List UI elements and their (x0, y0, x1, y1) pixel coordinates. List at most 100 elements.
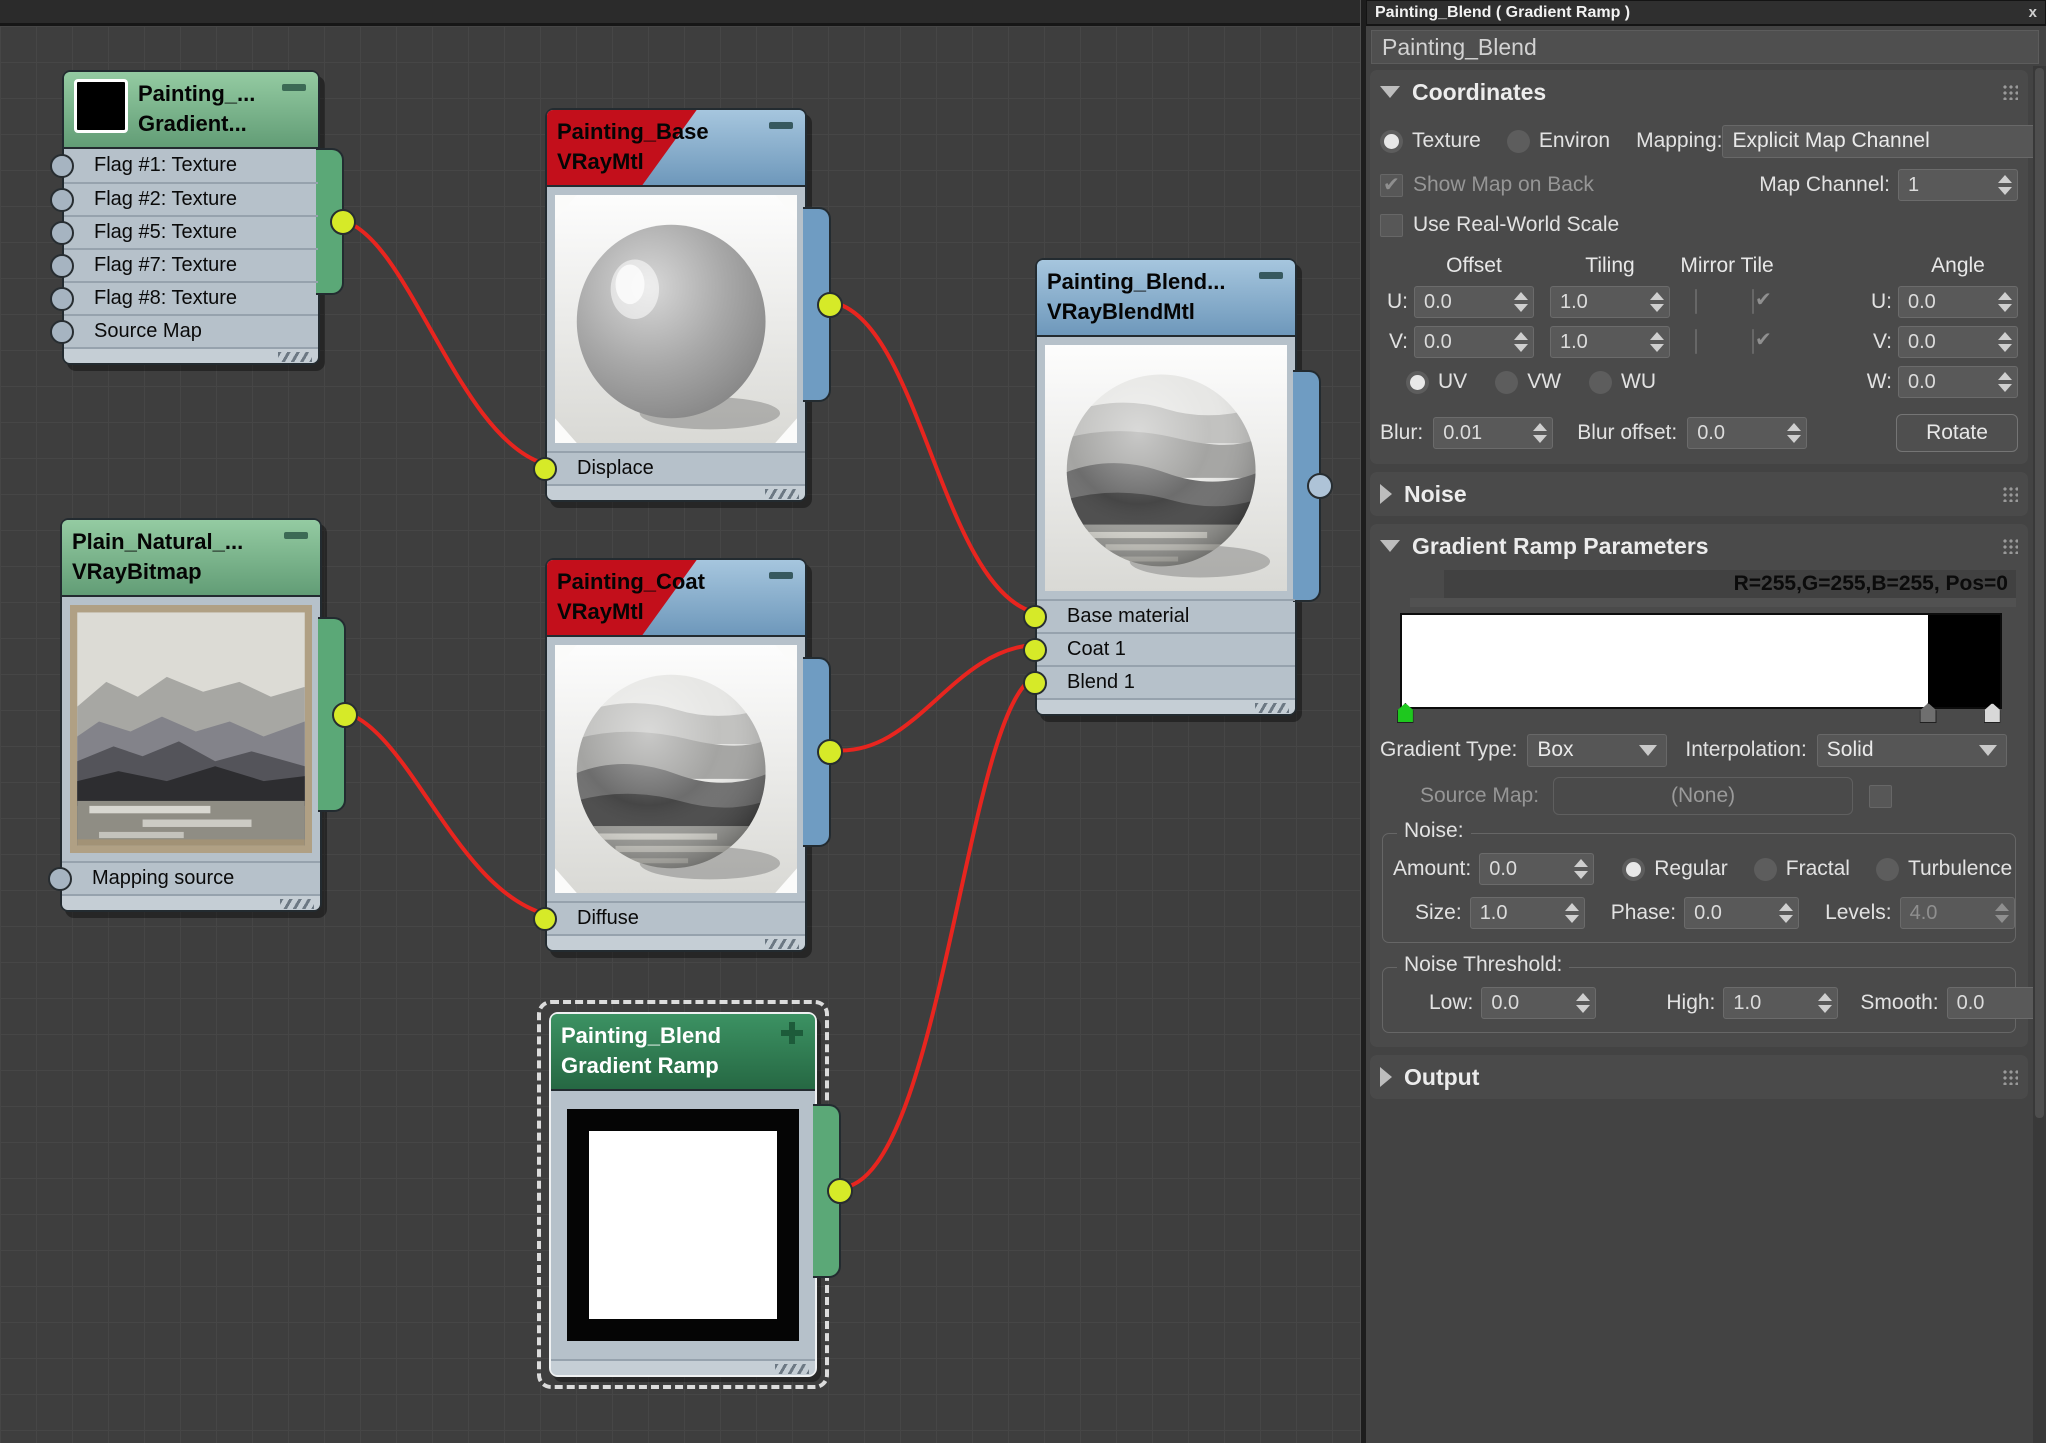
close-icon[interactable]: x (2029, 5, 2037, 20)
minimize-icon[interactable] (282, 84, 306, 91)
output-socket[interactable] (827, 1178, 853, 1204)
rollout-header[interactable]: Output (1380, 1061, 2018, 1093)
node-header[interactable]: Painting_Blend Gradient Ramp (551, 1014, 815, 1091)
input-socket[interactable] (533, 457, 557, 481)
node-painting-gradient-flags[interactable]: Painting_... Gradient... Flag #1: Textur… (62, 70, 320, 365)
high-spinner[interactable]: 1.0 (1723, 987, 1838, 1019)
mirror-u-checkbox[interactable] (1695, 289, 1697, 314)
minimize-icon[interactable] (769, 122, 793, 129)
collapse-arrow-icon[interactable] (1380, 484, 1392, 504)
node-graph-canvas[interactable]: Painting_... Gradient... Flag #1: Textur… (0, 26, 1360, 1443)
input-socket[interactable] (48, 867, 72, 891)
drag-handle-icon[interactable] (2002, 486, 2018, 502)
gradient-type-dropdown[interactable]: Box (1527, 734, 1667, 767)
input-socket[interactable] (50, 287, 74, 311)
spinner-arrows-icon[interactable] (1533, 423, 1547, 443)
input-socket[interactable] (50, 154, 74, 178)
output-socket[interactable] (332, 702, 358, 728)
spinner-arrows-icon[interactable] (1998, 372, 2012, 392)
node-header[interactable]: Painting_Blend... VRayBlendMtl (1037, 260, 1295, 337)
input-socket[interactable] (1023, 671, 1047, 695)
output-socket[interactable] (1307, 473, 1333, 499)
spinner-arrows-icon[interactable] (1565, 903, 1579, 923)
spinner-arrows-icon[interactable] (1998, 175, 2012, 195)
material-name-input[interactable] (1371, 30, 2039, 64)
environ-radio[interactable] (1507, 130, 1530, 153)
gradient-ramp-strip[interactable] (1400, 613, 2002, 709)
node-resize-handle[interactable] (547, 934, 805, 950)
rollout-header[interactable]: Noise (1380, 478, 2018, 510)
spinner-arrows-icon[interactable] (1779, 903, 1793, 923)
tiling-v-spinner[interactable]: 1.0 (1550, 326, 1670, 358)
collapse-arrow-icon[interactable] (1380, 540, 1400, 552)
smooth-spinner[interactable]: 0.0 (1947, 987, 2046, 1019)
node-resize-handle[interactable] (1037, 698, 1295, 714)
levels-spinner[interactable]: 4.0 (1900, 897, 2015, 929)
drag-handle-icon[interactable] (2002, 538, 2018, 554)
spinner-arrows-icon[interactable] (1650, 292, 1664, 312)
turbulence-radio[interactable] (1876, 858, 1899, 881)
size-spinner[interactable]: 1.0 (1470, 897, 1585, 929)
rotate-button[interactable]: Rotate (1896, 414, 2018, 452)
drag-handle-icon[interactable] (2002, 1069, 2018, 1085)
drag-handle-icon[interactable] (2002, 84, 2018, 100)
use-real-world-scale-checkbox[interactable] (1380, 214, 1403, 237)
gradient-flag-marker-selected[interactable] (1397, 703, 1414, 723)
uv-radio[interactable] (1406, 371, 1429, 394)
vw-radio[interactable] (1495, 371, 1518, 394)
node-plain-natural-bitmap[interactable]: Plain_Natural_... VRayBitmap Mapping sou… (60, 518, 322, 912)
gradient-flag-marker[interactable] (1984, 703, 2001, 723)
source-map-enable-checkbox[interactable] (1869, 785, 1892, 808)
phase-spinner[interactable]: 0.0 (1684, 897, 1799, 929)
offset-u-spinner[interactable]: 0.0 (1414, 286, 1534, 318)
input-socket[interactable] (50, 221, 74, 245)
collapse-arrow-icon[interactable] (1380, 1067, 1392, 1087)
angle-w-spinner[interactable]: 0.0 (1898, 366, 2018, 398)
show-map-on-back-checkbox[interactable] (1380, 174, 1403, 197)
scrollbar-thumb[interactable] (2035, 68, 2044, 1118)
interpolation-dropdown[interactable]: Solid (1817, 734, 2007, 767)
output-socket[interactable] (817, 292, 843, 318)
spinner-arrows-icon[interactable] (1514, 292, 1528, 312)
minimize-icon[interactable] (1259, 272, 1283, 279)
blur-spinner[interactable]: 0.01 (1433, 417, 1553, 449)
expand-icon[interactable] (781, 1022, 803, 1044)
node-resize-handle[interactable] (64, 347, 318, 363)
map-channel-spinner[interactable]: 1 (1898, 169, 2018, 201)
mirror-v-checkbox[interactable] (1695, 329, 1697, 354)
node-resize-handle[interactable] (62, 894, 320, 910)
spinner-arrows-icon[interactable] (1650, 332, 1664, 352)
collapse-arrow-icon[interactable] (1380, 86, 1400, 98)
spinner-arrows-icon[interactable] (1574, 859, 1588, 879)
gradient-flag-marker[interactable] (1920, 703, 1937, 723)
texture-radio[interactable] (1380, 130, 1403, 153)
tile-v-checkbox[interactable] (1752, 329, 1754, 354)
input-socket[interactable] (50, 254, 74, 278)
output-socket[interactable] (817, 739, 843, 765)
node-header[interactable]: Painting_Base VRayMtl (547, 110, 805, 187)
spinner-arrows-icon[interactable] (1998, 332, 2012, 352)
spinner-arrows-icon[interactable] (1514, 332, 1528, 352)
output-socket[interactable] (330, 209, 356, 235)
node-header[interactable]: Painting_... Gradient... (64, 72, 318, 149)
minimize-icon[interactable] (284, 532, 308, 539)
mapping-dropdown[interactable]: Explicit Map Channel (1722, 125, 2046, 158)
blur-offset-spinner[interactable]: 0.0 (1687, 417, 1807, 449)
input-socket[interactable] (1023, 638, 1047, 662)
amount-spinner[interactable]: 0.0 (1479, 853, 1594, 885)
tiling-u-spinner[interactable]: 1.0 (1550, 286, 1670, 318)
node-header[interactable]: Painting_Coat VRayMtl (547, 560, 805, 637)
node-painting-coat[interactable]: Painting_Coat VRayMtl (545, 558, 807, 952)
node-resize-handle[interactable] (551, 1359, 815, 1375)
input-socket[interactable] (533, 907, 557, 931)
node-painting-base[interactable]: Painting_Base VRayMtl (545, 108, 807, 502)
spinner-arrows-icon[interactable] (1818, 993, 1832, 1013)
input-socket[interactable] (50, 188, 74, 212)
node-header[interactable]: Plain_Natural_... VRayBitmap (62, 520, 320, 597)
panel-scrollbar[interactable] (2033, 66, 2046, 1443)
fractal-radio[interactable] (1754, 858, 1777, 881)
node-painting-blend-mtl[interactable]: Painting_Blend... VRayBlendMtl (1035, 258, 1297, 716)
minimize-icon[interactable] (769, 572, 793, 579)
spinner-arrows-icon[interactable] (1576, 993, 1590, 1013)
input-socket[interactable] (1023, 605, 1047, 629)
